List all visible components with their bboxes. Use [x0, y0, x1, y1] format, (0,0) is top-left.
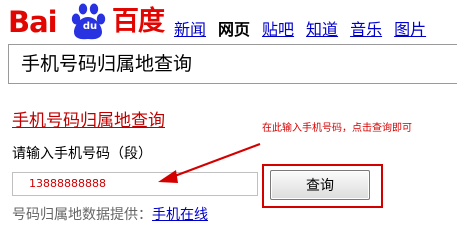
result-title-link[interactable]: 手机号码归属地查询 [12, 110, 165, 132]
paw-icon: du [68, 2, 108, 42]
paw-toe-mid-right [89, 3, 99, 15]
annotation-text: 在此输入手机号码，点击查询即可 [262, 123, 412, 134]
logo-bai-text: Bai [8, 5, 58, 39]
provider-prefix: 号码归属地数据提供： [12, 207, 152, 223]
nav-item-images[interactable]: 图片 [394, 16, 426, 40]
baidu-logo[interactable]: Bai du 百度 [8, 2, 168, 42]
query-button[interactable]: 查询 [270, 170, 370, 200]
nav-item-zhidao[interactable]: 知道 [306, 16, 338, 40]
data-provider-line: 号码归属地数据提供：手机在线 [12, 205, 208, 225]
top-nav: 新闻 网页 贴吧 知道 音乐 图片 [174, 16, 426, 40]
nav-item-web: 网页 [218, 20, 251, 39]
phone-input-label: 请输入手机号码（段） [12, 146, 152, 162]
search-input[interactable]: 手机号码归属地查询 [8, 44, 457, 84]
bottom-cutoff-content [12, 234, 132, 243]
paw-toe-mid-left [78, 3, 88, 15]
provider-link[interactable]: 手机在线 [152, 207, 208, 223]
logo-du-text: du [82, 21, 98, 32]
phone-number-input[interactable]: 13888888888 [12, 172, 258, 196]
nav-item-tieba[interactable]: 贴吧 [262, 16, 294, 40]
logo-cn-text: 百度 [112, 6, 165, 37]
nav-item-music[interactable]: 音乐 [350, 16, 382, 40]
nav-item-news[interactable]: 新闻 [174, 16, 206, 40]
